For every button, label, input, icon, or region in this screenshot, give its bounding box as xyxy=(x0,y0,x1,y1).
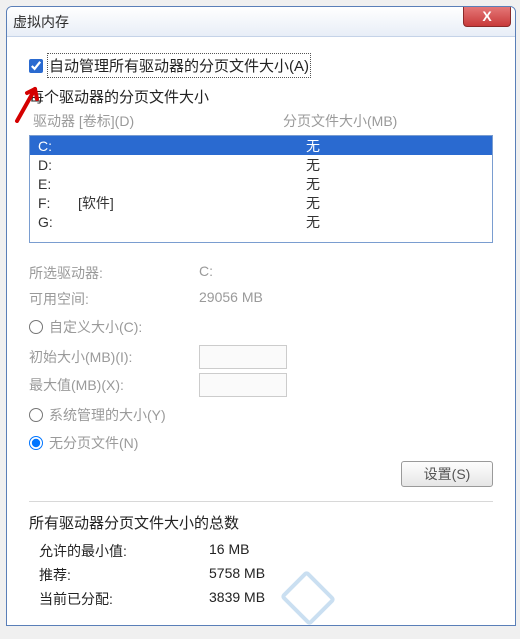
totals-title: 所有驱动器分页文件大小的总数 xyxy=(29,512,493,533)
drive-listbox[interactable]: C: 无 D: 无 E: 无 F: [软件] 无 G: xyxy=(29,135,493,243)
max-size-row: 最大值(MB)(X): xyxy=(29,373,493,397)
list-item[interactable]: D: 无 xyxy=(30,155,492,174)
drive-letter: C: xyxy=(38,138,78,154)
no-pagefile-row: 无分页文件(N) xyxy=(29,433,493,453)
no-pagefile-radio[interactable] xyxy=(29,436,43,450)
system-managed-radio[interactable] xyxy=(29,408,43,422)
drive-pagefile: 无 xyxy=(306,193,484,213)
close-icon: X xyxy=(482,8,491,24)
max-size-label: 最大值(MB)(X): xyxy=(29,375,199,395)
titlebar: 虚拟内存 X xyxy=(7,7,515,37)
initial-size-label: 初始大小(MB)(I): xyxy=(29,347,199,367)
drive-letter: G: xyxy=(38,214,78,230)
auto-manage-label[interactable]: 自动管理所有驱动器的分页文件大小(A) xyxy=(49,55,309,76)
selected-drive-label: 所选驱动器: xyxy=(29,263,199,283)
max-size-input[interactable] xyxy=(199,373,287,397)
min-allowed-value: 16 MB xyxy=(209,541,249,561)
drive-letter: E: xyxy=(38,176,78,192)
list-item[interactable]: G: 无 xyxy=(30,212,492,231)
close-button[interactable]: X xyxy=(463,6,511,27)
per-drive-title: 每个驱动器的分页文件大小 xyxy=(29,86,493,107)
content-area: 自动管理所有驱动器的分页文件大小(A) 每个驱动器的分页文件大小 驱动器 [卷标… xyxy=(7,37,515,626)
drive-pagefile: 无 xyxy=(306,155,484,175)
drive-pagefile: 无 xyxy=(306,174,484,194)
list-item[interactable]: E: 无 xyxy=(30,174,492,193)
custom-size-label: 自定义大小(C): xyxy=(49,317,142,337)
drive-pagefile: 无 xyxy=(306,212,484,232)
list-item[interactable]: F: [软件] 无 xyxy=(30,193,492,212)
selected-drive-row: 所选驱动器: C: xyxy=(29,263,493,283)
divider xyxy=(29,501,493,502)
current-alloc-label: 当前已分配: xyxy=(39,589,209,609)
drive-letter: F: xyxy=(38,195,78,211)
drive-letter: D: xyxy=(38,157,78,173)
drive-list-header: 驱动器 [卷标](D) 分页文件大小(MB) xyxy=(29,111,493,135)
custom-size-row: 自定义大小(C): xyxy=(29,317,493,337)
watermark-icon xyxy=(287,577,507,621)
drive-pagefile: 无 xyxy=(306,136,484,156)
col-page: 分页文件大小(MB) xyxy=(283,111,397,131)
recommended-value: 5758 MB xyxy=(209,565,265,585)
free-space-label: 可用空间: xyxy=(29,289,199,309)
list-item[interactable]: C: 无 xyxy=(30,136,492,155)
window-title: 虚拟内存 xyxy=(13,12,69,32)
selected-drive-value: C: xyxy=(199,263,213,283)
col-drive: 驱动器 [卷标](D) xyxy=(33,111,283,131)
system-managed-row: 系统管理的大小(Y) xyxy=(29,405,493,425)
free-space-value: 29056 MB xyxy=(199,289,263,309)
min-allowed-label: 允许的最小值: xyxy=(39,541,209,561)
no-pagefile-label: 无分页文件(N) xyxy=(49,433,138,453)
custom-size-radio[interactable] xyxy=(29,320,43,334)
current-alloc-value: 3839 MB xyxy=(209,589,265,609)
auto-manage-checkbox[interactable] xyxy=(29,59,43,73)
auto-manage-row: 自动管理所有驱动器的分页文件大小(A) xyxy=(29,55,493,76)
system-managed-label: 系统管理的大小(Y) xyxy=(49,405,166,425)
initial-size-row: 初始大小(MB)(I): xyxy=(29,345,493,369)
virtual-memory-dialog: 虚拟内存 X 自动管理所有驱动器的分页文件大小(A) 每个驱动器的分页文件大小 … xyxy=(6,6,516,626)
recommended-label: 推荐: xyxy=(39,565,209,585)
initial-size-input[interactable] xyxy=(199,345,287,369)
set-button[interactable]: 设置(S) xyxy=(401,461,493,487)
set-button-row: 设置(S) xyxy=(29,461,493,487)
free-space-row: 可用空间: 29056 MB xyxy=(29,289,493,309)
min-allowed-row: 允许的最小值: 16 MB xyxy=(39,541,493,561)
drive-label: [软件] xyxy=(78,193,306,213)
